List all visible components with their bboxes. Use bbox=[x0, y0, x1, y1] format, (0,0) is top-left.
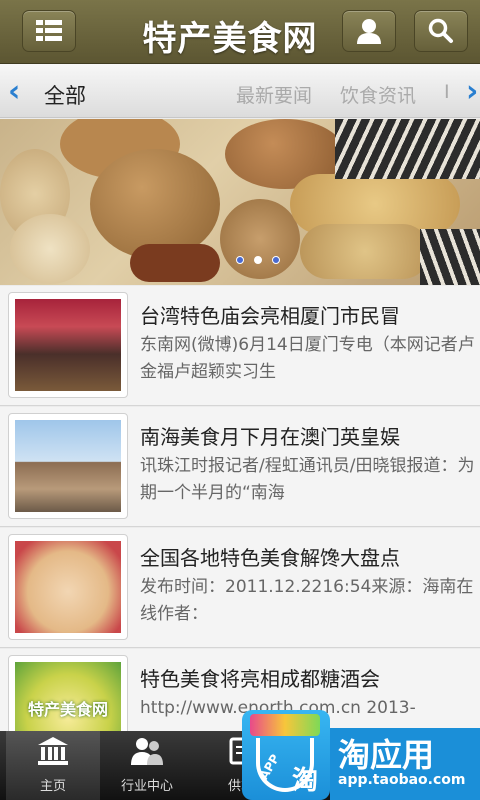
grid-icon bbox=[36, 20, 62, 41]
app-title: 特产美食网 bbox=[142, 19, 318, 59]
news-thumbnail bbox=[8, 534, 128, 640]
carousel-indicator bbox=[236, 256, 280, 264]
news-list-item[interactable]: 台湾特色庙会亮相厦门市民冒 东南网(微博)6月14日厦门专电（本网记者卢金福卢超… bbox=[0, 286, 480, 406]
tab-label: 行业中心 bbox=[120, 779, 173, 794]
chevron-right-icon[interactable]: › bbox=[466, 74, 478, 109]
carousel-dot[interactable] bbox=[254, 256, 262, 264]
news-list-item[interactable]: 全国各地特色美食解馋大盘点 发布时间：2011.12.2216:54来源：海南在… bbox=[0, 528, 480, 648]
tab-industry-center[interactable]: 行业中心 bbox=[100, 731, 194, 800]
search-icon bbox=[428, 18, 453, 43]
tab-home[interactable]: 主页 bbox=[6, 731, 100, 800]
category-tab-all[interactable]: 全部 bbox=[44, 80, 86, 110]
user-icon bbox=[357, 19, 381, 44]
news-thumbnail bbox=[8, 292, 128, 398]
taobao-brand-text: 淘应用 bbox=[338, 736, 435, 774]
bag-char: 淘 bbox=[292, 766, 319, 796]
chevron-left-icon[interactable]: ‹ bbox=[8, 74, 20, 109]
taobao-app-badge[interactable]: 淘 APP 淘应用 app.taobao.com bbox=[240, 706, 480, 800]
taobao-url: app.taobao.com bbox=[338, 772, 466, 788]
carousel-dot[interactable] bbox=[236, 256, 244, 264]
app-header: 特产美食网 bbox=[0, 0, 480, 64]
people-icon bbox=[131, 738, 163, 765]
tab-label: 主页 bbox=[39, 779, 66, 794]
user-button[interactable] bbox=[342, 10, 396, 52]
search-button[interactable] bbox=[414, 10, 468, 52]
category-tab-latest[interactable]: 最新要闻 bbox=[236, 81, 312, 108]
bank-icon bbox=[38, 737, 68, 765]
news-summary: 讯珠江时报记者/程虹通讯员/田晓银报道：为期一个半月的“南海 bbox=[140, 456, 475, 503]
carousel-dot[interactable] bbox=[272, 256, 280, 264]
news-thumbnail bbox=[8, 413, 128, 519]
news-list-item[interactable]: 南海美食月下月在澳门英皇娱 讯珠江时报记者/程虹通讯员/田晓银报道：为期一个半月… bbox=[0, 407, 480, 527]
news-summary: 东南网(微博)6月14日厦门专电（本网记者卢金福卢超颖实习生 bbox=[140, 335, 475, 382]
news-summary: 发布时间：2011.12.2216:54来源：海南在线作者： bbox=[140, 577, 474, 624]
news-title: 南海美食月下月在澳门英皇娱 bbox=[140, 425, 400, 449]
site-logo-text: 特产美食网 bbox=[27, 700, 108, 719]
category-tab-food-info[interactable]: 饮食资讯 bbox=[340, 81, 416, 108]
news-title: 特色美食将亮相成都糖酒会 bbox=[140, 667, 380, 691]
news-title: 全国各地特色美食解馋大盘点 bbox=[140, 546, 400, 570]
news-title: 台湾特色庙会亮相厦门市民冒 bbox=[140, 304, 400, 328]
category-tab-more[interactable]: I bbox=[444, 81, 450, 103]
menu-button[interactable] bbox=[22, 10, 76, 52]
category-bar: ‹ 全部 最新要闻 饮食资讯 I › bbox=[0, 64, 480, 118]
shopping-bag-icon: 淘 APP bbox=[242, 710, 330, 800]
